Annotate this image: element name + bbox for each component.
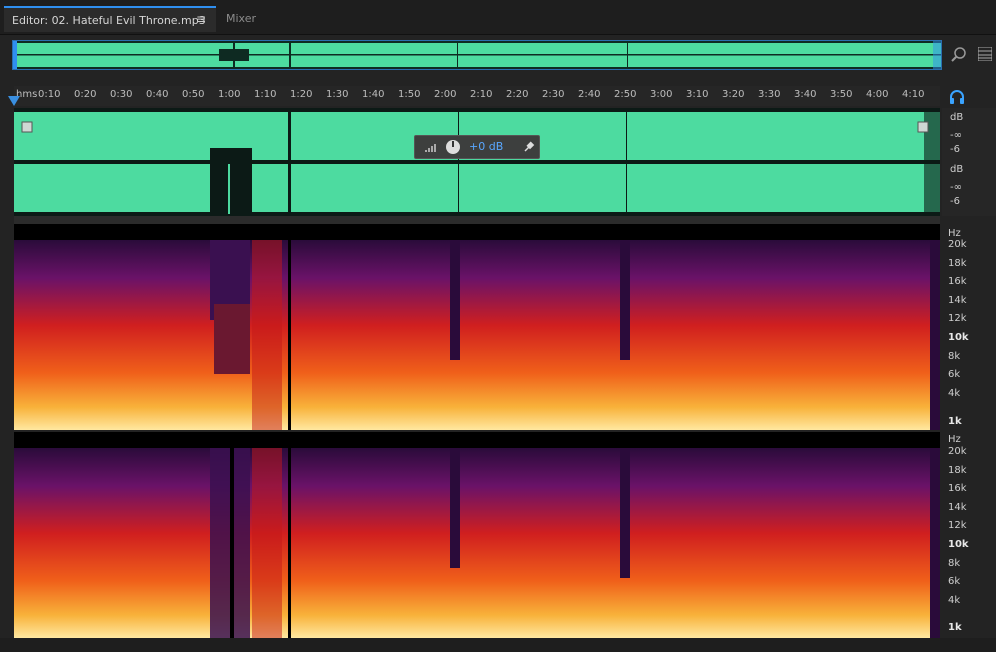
ruler-label: 0:50	[182, 89, 205, 100]
tab-menu-icon[interactable]: ≡	[196, 12, 206, 26]
ruler-label: 2:40	[578, 89, 601, 100]
hz-label: 1k	[948, 622, 962, 633]
ruler-label: 2:00	[434, 89, 457, 100]
db-label: dB	[950, 164, 964, 175]
hz-scale-channel-2: Hz 20k 18k 16k 14k 12k 10k 8k 6k 4k 1k	[942, 432, 996, 638]
ruler-label: 1:40	[362, 89, 385, 100]
hz-label: 10k	[948, 332, 969, 343]
headphone-icon[interactable]	[949, 89, 965, 109]
ruler-label: 3:00	[650, 89, 673, 100]
db-label: -∞	[950, 182, 962, 193]
spectrogram-graphic	[14, 240, 940, 430]
hz-label: 18k	[948, 258, 967, 269]
hz-label: 1k	[948, 416, 962, 427]
ruler-label: 1:50	[398, 89, 421, 100]
ruler-label: 4:10	[902, 89, 925, 100]
hz-label: 16k	[948, 483, 967, 494]
ruler-label: 3:10	[686, 89, 709, 100]
tab-mixer[interactable]: Mixer	[218, 6, 282, 32]
hz-label: Hz	[948, 228, 961, 239]
spectrogram-channel-2[interactable]	[14, 432, 940, 638]
ruler-label: 1:30	[326, 89, 349, 100]
ruler-label: 2:50	[614, 89, 637, 100]
hz-label: 18k	[948, 465, 967, 476]
ruler-label: 0:10	[38, 89, 61, 100]
ruler-label: 3:30	[758, 89, 781, 100]
hz-label: 20k	[948, 239, 967, 250]
volume-meter-icon	[425, 140, 460, 154]
hz-label: 16k	[948, 276, 967, 287]
db-scale: dB -∞ -6 dB -∞ -6	[942, 108, 996, 216]
hz-label: 8k	[948, 558, 961, 569]
ruler-label: 2:10	[470, 89, 493, 100]
panel-divider[interactable]	[14, 216, 940, 224]
ruler-label: 1:10	[254, 89, 277, 100]
ruler-label: 3:40	[794, 89, 817, 100]
db-label: dB	[950, 112, 964, 123]
db-label: -6	[950, 144, 960, 155]
spectrogram-channel-1[interactable]	[14, 224, 940, 430]
ruler-label: 3:50	[830, 89, 853, 100]
db-label: -∞	[950, 130, 962, 141]
ruler-label: 0:40	[146, 89, 169, 100]
hz-label: Hz	[948, 434, 961, 445]
tab-editor-label: Editor: 02. Hateful Evil Throne.mp3	[12, 14, 206, 27]
tab-bar: Editor: 02. Hateful Evil Throne.mp3 ≡ Mi…	[0, 0, 996, 35]
hz-label: 6k	[948, 369, 961, 380]
db-label: -6	[950, 196, 960, 207]
zoom-icon[interactable]	[950, 45, 968, 63]
hz-label: 12k	[948, 313, 967, 324]
waveform-graphic	[14, 112, 940, 214]
tab-editor[interactable]: Editor: 02. Hateful Evil Throne.mp3	[4, 6, 216, 32]
time-ruler[interactable]: hms 0:10 0:20 0:30 0:40 0:50 1:00 1:10 1…	[14, 86, 940, 106]
hud-gain-control[interactable]: +0 dB	[414, 135, 540, 159]
waveform-display[interactable]	[14, 108, 940, 216]
ruler-label: 2:30	[542, 89, 565, 100]
ruler-label: 1:00	[218, 89, 241, 100]
transport-bar	[0, 638, 996, 652]
spectrogram-graphic	[14, 448, 940, 638]
pin-icon[interactable]	[523, 141, 535, 153]
ruler-label: 1:20	[290, 89, 313, 100]
hz-label: 14k	[948, 295, 967, 306]
ruler-label: 0:20	[74, 89, 97, 100]
hz-label: 14k	[948, 502, 967, 513]
hz-label: 4k	[948, 388, 961, 399]
overview-waveform-graphic	[13, 41, 941, 69]
ruler-label: 2:20	[506, 89, 529, 100]
hz-label: 20k	[948, 446, 967, 457]
playhead-marker[interactable]	[8, 96, 20, 106]
hz-label: 4k	[948, 595, 961, 606]
hz-label: 8k	[948, 351, 961, 362]
ruler-label: 3:20	[722, 89, 745, 100]
overview-waveform[interactable]	[12, 40, 942, 70]
hz-label: 12k	[948, 520, 967, 531]
hz-label: 10k	[948, 539, 969, 550]
ruler-label: 0:30	[110, 89, 133, 100]
gain-value[interactable]: +0 dB	[469, 140, 503, 153]
hz-scale-channel-1: Hz 20k 18k 16k 14k 12k 10k 8k 6k 4k 1k	[942, 224, 996, 430]
panel-icon[interactable]	[977, 46, 993, 62]
ruler-label: 4:00	[866, 89, 889, 100]
hz-label: 6k	[948, 576, 961, 587]
